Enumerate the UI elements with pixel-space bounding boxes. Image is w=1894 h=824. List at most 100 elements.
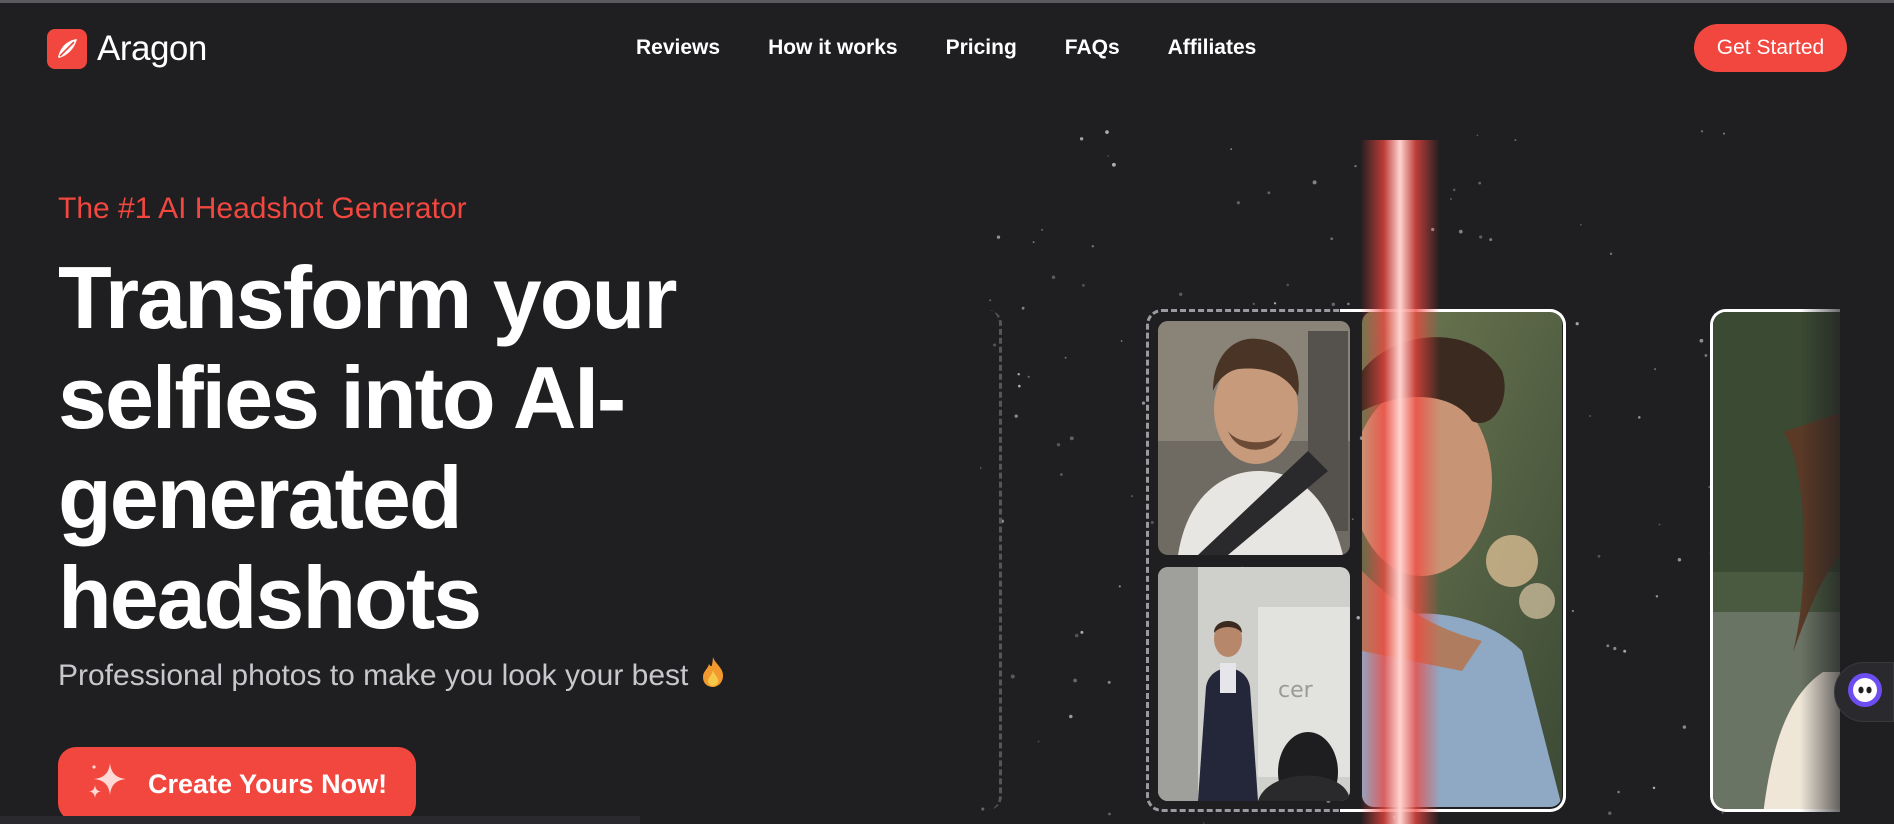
star-dot: [1658, 523, 1661, 526]
star-dot: [1589, 415, 1591, 417]
star-dot: [1571, 609, 1574, 613]
star-dot: [1074, 633, 1079, 638]
star-dot: [1654, 368, 1657, 371]
star-dot: [1489, 238, 1493, 242]
star-dot: [1331, 302, 1336, 307]
star-dot: [1699, 338, 1704, 343]
star-dot: [1723, 132, 1725, 135]
star-dot: [1021, 306, 1025, 310]
star-dot: [1037, 740, 1040, 743]
star-dot: [1514, 139, 1517, 142]
star-dot: [1079, 137, 1084, 141]
svg-text:cer: cer: [1278, 678, 1314, 703]
star-dot: [1617, 790, 1620, 794]
star-dot: [1677, 558, 1682, 562]
selfie-car-photo: [1158, 321, 1350, 555]
headline-line: generated: [58, 448, 463, 547]
main-nav: Reviews How it works Pricing FAQs Affili…: [636, 36, 1256, 60]
star-dot: [989, 299, 992, 302]
star-dot: [1479, 235, 1483, 239]
chat-widget-button[interactable]: [1834, 662, 1894, 722]
site-header: Aragon Reviews How it works Pricing FAQs…: [0, 3, 1894, 95]
star-dot: [1107, 155, 1110, 157]
star-dot: [1060, 473, 1063, 476]
star-dot: [1267, 191, 1271, 195]
star-dot: [1330, 237, 1334, 241]
sparkle-icon: [86, 759, 130, 810]
star-dot: [1017, 372, 1020, 376]
headline-line: Transform your: [58, 248, 677, 347]
star-dot: [1130, 495, 1134, 498]
nav-affiliates[interactable]: Affiliates: [1168, 36, 1257, 60]
create-yours-label: Create Yours Now!: [148, 768, 388, 799]
star-dot: [1458, 229, 1463, 234]
selfie-presentation-photo: cer: [1158, 567, 1350, 801]
star-dot: [1069, 714, 1073, 719]
star-dot: [1032, 241, 1035, 244]
star-dot: [1230, 148, 1233, 150]
star-dot: [1286, 283, 1289, 287]
star-dot: [1312, 180, 1317, 185]
star-dot: [1579, 223, 1582, 226]
star-dot: [1118, 585, 1121, 588]
nav-pricing[interactable]: Pricing: [946, 36, 1017, 60]
star-dot: [1476, 134, 1479, 137]
star-dot: [1575, 322, 1579, 326]
chat-bot-icon: [1847, 672, 1883, 713]
nav-faqs[interactable]: FAQs: [1065, 36, 1120, 60]
star-dot: [1080, 630, 1084, 634]
star-dot: [1120, 340, 1123, 342]
star-dot: [1064, 356, 1067, 359]
star-dot: [1105, 130, 1109, 134]
star-dot: [1655, 595, 1659, 598]
star-dot: [1449, 198, 1452, 200]
horizontal-scrollbar[interactable]: [0, 816, 640, 824]
star-dot: [1073, 678, 1077, 683]
star-dot: [1613, 646, 1617, 651]
carousel-fade-overlay: [1800, 300, 1860, 820]
star-dot: [1056, 442, 1061, 447]
star-dot: [1111, 162, 1116, 167]
headline-line: headshots: [58, 548, 482, 647]
star-dot: [1252, 302, 1255, 305]
headline-line: selfies into AI-: [58, 348, 626, 447]
star-dot: [1069, 436, 1074, 441]
star-dot: [1041, 228, 1044, 231]
hero-subline: Professional photos to make you look you…: [58, 656, 726, 696]
aragon-logo-icon: [47, 29, 87, 69]
star-dot: [1638, 416, 1641, 419]
star-dot: [1478, 181, 1482, 185]
nav-reviews[interactable]: Reviews: [636, 36, 720, 60]
star-dot: [1700, 130, 1704, 133]
star-dot: [1452, 188, 1456, 192]
star-dot: [1141, 401, 1146, 405]
star-dot: [1051, 275, 1056, 280]
logo[interactable]: Aragon: [47, 29, 207, 69]
star-dot: [1354, 164, 1357, 168]
hero-eyebrow: The #1 AI Headshot Generator: [58, 192, 467, 225]
star-dot: [1704, 354, 1708, 357]
hero-headline: Transform your selfies into AI- generate…: [58, 248, 778, 648]
star-dot: [1082, 284, 1085, 287]
star-dot: [1010, 674, 1015, 679]
star-dot: [1017, 384, 1021, 388]
star-dot: [1236, 201, 1241, 205]
star-dot: [1273, 302, 1277, 305]
star-dot: [1652, 786, 1656, 790]
star-dot: [1608, 811, 1612, 815]
star-dot: [1014, 414, 1018, 418]
star-dot: [1179, 292, 1183, 296]
get-started-button[interactable]: Get Started: [1694, 24, 1847, 72]
fire-icon: [700, 656, 726, 696]
brand-name: Aragon: [97, 29, 207, 68]
star-dot: [1091, 245, 1094, 248]
create-yours-button[interactable]: Create Yours Now!: [58, 747, 416, 821]
scan-laser-beam: [1360, 140, 1440, 824]
star-dot: [1597, 554, 1601, 558]
nav-how-it-works[interactable]: How it works: [768, 36, 898, 60]
star-dot: [996, 235, 1001, 239]
star-dot: [1108, 812, 1111, 816]
star-dot: [1609, 252, 1613, 256]
previous-card-edge: [960, 310, 1002, 810]
star-dot: [1107, 680, 1111, 684]
